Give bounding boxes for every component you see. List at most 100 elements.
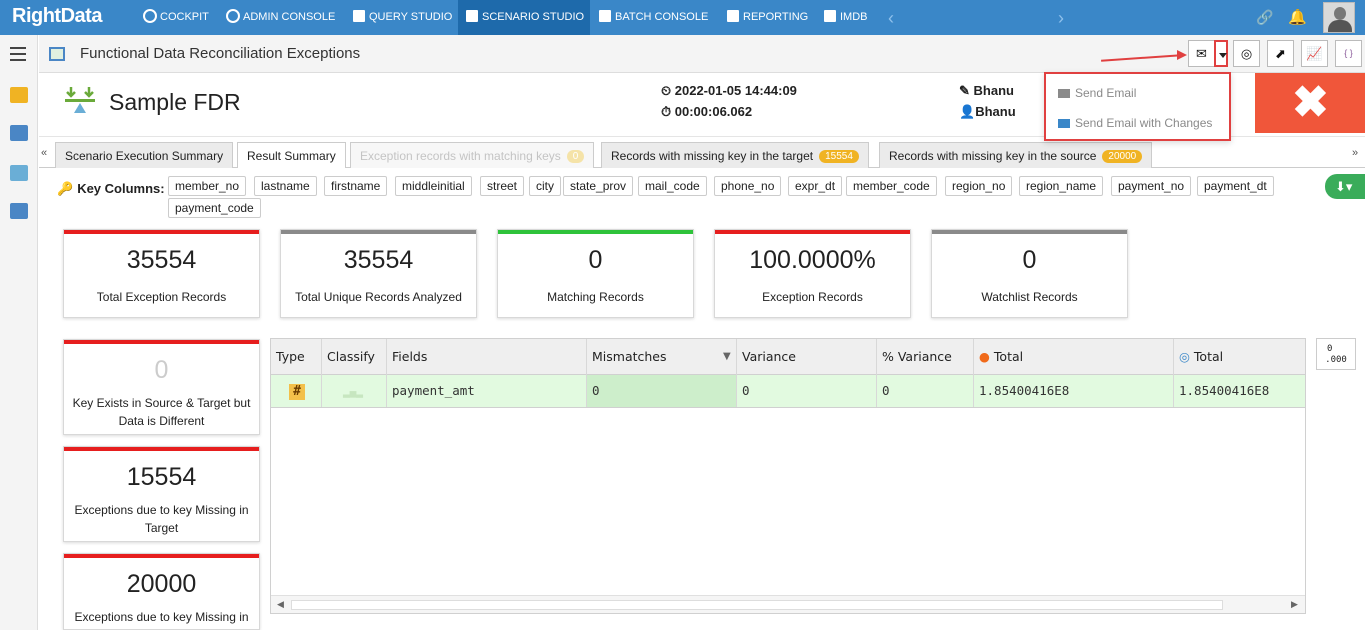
column-header-type[interactable]: Type xyxy=(271,339,322,375)
nav-scenario-studio[interactable]: SCENARIO STUDIO xyxy=(458,0,590,35)
title-bar: Functional Data Reconciliation Exception… xyxy=(39,35,1365,73)
field-cell: payment_amt xyxy=(387,375,587,407)
rightdata-logo[interactable]: RightData xyxy=(12,5,102,28)
stat-card: 0 Watchlist Records xyxy=(931,229,1128,318)
nav-reporting[interactable]: REPORTING xyxy=(719,0,808,35)
scroll-left-icon[interactable]: ◀ xyxy=(277,599,284,610)
top-navbar: RightData COCKPIT ADMIN CONSOLE QUERY ST… xyxy=(0,0,1365,35)
key-icon: 🔑 xyxy=(57,181,74,196)
pencil-icon: ✎ xyxy=(959,83,974,98)
key-column-chip: street xyxy=(480,176,525,196)
stat-value: 0 xyxy=(154,356,169,384)
annotation-arrowhead xyxy=(1177,50,1187,60)
column-header-fields[interactable]: Fields xyxy=(387,339,587,375)
download-button[interactable]: ⬇▾ xyxy=(1325,174,1365,199)
target-total-cell: 1.85400416E8 xyxy=(1179,383,1270,398)
add-scenario-icon[interactable] xyxy=(10,125,28,141)
key-column-chip: member_no xyxy=(168,176,247,196)
nav-batch-console[interactable]: BATCH CONSOLE xyxy=(591,0,708,35)
side-stat-card: 0 Key Exists in Source & Target but Data… xyxy=(63,339,260,435)
nav-cockpit[interactable]: COCKPIT xyxy=(135,0,209,35)
send-email-label: Send Email xyxy=(1075,86,1137,100)
nav-prev-arrow[interactable]: ‹ xyxy=(888,8,894,29)
column-header-pct-variance[interactable]: % Variance xyxy=(877,339,974,375)
nav-label: COCKPIT xyxy=(160,11,209,23)
decimal-line: 0 xyxy=(1327,344,1333,354)
json-button[interactable]: { } xyxy=(1335,40,1362,67)
key-columns-label: 🔑 Key Columns: xyxy=(57,181,165,197)
nav-label: ADMIN CONSOLE xyxy=(243,11,336,23)
sort-desc-icon: ▼ xyxy=(723,351,731,362)
nav-next-arrow[interactable]: › xyxy=(1058,8,1064,29)
close-button[interactable]: ✖ xyxy=(1255,73,1365,133)
email-button[interactable]: ✉ xyxy=(1188,40,1215,67)
nav-admin-console[interactable]: ADMIN CONSOLE xyxy=(218,0,335,35)
nav-label: SCENARIO STUDIO xyxy=(482,11,585,23)
bar-chart-icon: ▂▄▂ xyxy=(343,385,363,398)
nav-query-studio[interactable]: QUERY STUDIO xyxy=(345,0,452,35)
key-column-chip: lastname xyxy=(254,176,317,196)
scrollbar-thumb[interactable] xyxy=(291,600,1223,610)
send-email-changes-item[interactable]: Send Email with Changes xyxy=(1058,116,1212,130)
column-header-source-total[interactable]: ● Total xyxy=(974,339,1174,375)
tab-scroll-left-icon[interactable]: « xyxy=(41,147,47,159)
column-header-classify[interactable]: Classify xyxy=(322,339,387,375)
key-column-chip: middleinitial xyxy=(395,176,472,196)
horizontal-scrollbar[interactable]: ◀ ▶ xyxy=(271,595,1305,613)
stat-label: Matching Records xyxy=(547,290,644,304)
link-icon[interactable]: 🔗 xyxy=(1256,9,1273,26)
hamburger-icon[interactable] xyxy=(10,47,26,65)
email-dropdown-toggle[interactable] xyxy=(1214,40,1228,67)
folder-icon[interactable] xyxy=(10,87,28,103)
nav-imdb[interactable]: IMDB xyxy=(816,0,868,35)
duration-value: 00:00:06.062 xyxy=(674,104,753,119)
key-column-chip: region_name xyxy=(1019,176,1104,196)
compass-icon: ◎ xyxy=(1240,46,1253,61)
key-column-chip: state_prov xyxy=(563,176,634,196)
stat-value: 0 xyxy=(1022,246,1037,274)
numeric-type-icon: # xyxy=(289,384,305,400)
key-column-chip: region_no xyxy=(945,176,1013,196)
side-stat-card: 15554 Exceptions due to key Missing in T… xyxy=(63,446,260,542)
tab-missing-key-source[interactable]: Records with missing key in the source 20… xyxy=(879,142,1153,168)
send-email-item[interactable]: Send Email xyxy=(1058,86,1136,100)
settings-scenario-icon[interactable] xyxy=(10,203,28,219)
export-button[interactable]: ⬈ xyxy=(1267,40,1294,67)
modified-by: 👤Bhanu xyxy=(959,104,1016,120)
count-badge: 0 xyxy=(566,150,585,163)
column-header-target-total[interactable]: ◎ Total xyxy=(1174,339,1305,375)
tab-missing-key-target[interactable]: Records with missing key in the target 15… xyxy=(601,142,869,168)
imdb-icon xyxy=(824,10,836,22)
variance-cell: 0 xyxy=(737,375,877,407)
stat-label: Key Exists in Source & Target but Data i… xyxy=(72,396,251,428)
tab-scenario-execution-summary[interactable]: Scenario Execution Summary xyxy=(55,142,234,168)
download-icon: ⬇▾ xyxy=(1335,179,1353,194)
gear-icon xyxy=(226,9,240,23)
column-header-mismatches[interactable]: Mismatches ▼ xyxy=(587,339,737,375)
key-columns-text: Key Columns: xyxy=(77,181,165,196)
scenario-icon xyxy=(466,10,478,22)
bell-icon[interactable]: 🔔 xyxy=(1288,8,1307,26)
scroll-right-icon[interactable]: ▶ xyxy=(1291,599,1298,610)
key-column-chip: expr_dt xyxy=(788,176,843,196)
stat-label: Watchlist Records xyxy=(981,290,1078,304)
source-icon: ● xyxy=(979,349,990,364)
annotation-arrow xyxy=(1101,54,1181,62)
target-icon: ◎ xyxy=(1179,349,1190,364)
scenario-list-icon[interactable] xyxy=(10,165,28,181)
tab-result-summary[interactable]: Result Summary xyxy=(237,142,346,168)
table-row[interactable]: # ▂▄▂ payment_amt 0 0 0 1.85400416E8 1.8… xyxy=(271,375,1305,408)
email-dropdown-menu: Send Email Send Email with Changes xyxy=(1044,72,1231,141)
classify-cell[interactable]: ▂▄▂ xyxy=(322,375,387,407)
json-icon: { } xyxy=(1344,48,1353,58)
user-avatar[interactable] xyxy=(1323,2,1355,33)
chart-button[interactable]: 📈 xyxy=(1301,40,1328,67)
column-header-variance[interactable]: Variance xyxy=(737,339,877,375)
modified-by-value: Bhanu xyxy=(975,104,1016,119)
stat-value: 20000 xyxy=(126,570,197,598)
stat-label: Exceptions due to key Missing in xyxy=(74,610,249,624)
key-column-chip: payment_dt xyxy=(1197,176,1274,196)
compass-button[interactable]: ◎ xyxy=(1233,40,1260,67)
decimal-precision-button[interactable]: 0.000 xyxy=(1316,338,1356,370)
tab-scroll-right-icon[interactable]: » xyxy=(1352,147,1358,159)
